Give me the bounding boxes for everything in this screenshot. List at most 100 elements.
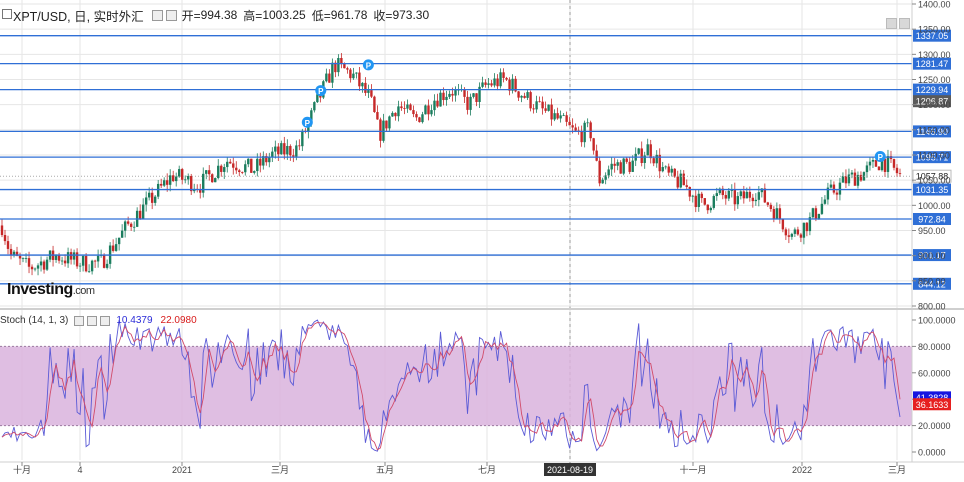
candle-body [90, 260, 94, 272]
price-tick-label: 1400.00 [918, 0, 951, 10]
candle-body [60, 260, 64, 262]
candle-body [168, 175, 172, 185]
candle-body [442, 92, 445, 101]
price-tick-label: 1150.00 [918, 125, 950, 135]
candle-body [120, 230, 124, 238]
candle-body [544, 108, 547, 111]
candle-body [841, 176, 845, 183]
candle-body [532, 108, 535, 110]
scale-down-icon[interactable] [886, 18, 897, 29]
candle-body [81, 255, 85, 266]
candle-body [325, 73, 328, 82]
candle-body [481, 82, 484, 87]
candle-body [694, 195, 697, 208]
stoch-close-icon[interactable] [100, 315, 111, 326]
candle-body [547, 104, 550, 111]
candle-body [6, 241, 10, 249]
candle-body [829, 184, 833, 188]
candle-body [45, 259, 49, 270]
candle-body [150, 192, 154, 203]
candle-body [12, 251, 16, 255]
candle-body [598, 160, 601, 184]
candle-body [229, 161, 232, 164]
candle-body [30, 266, 34, 270]
time-tick-label: 三月 [271, 465, 289, 475]
candle-body [823, 199, 827, 204]
candle-body [162, 180, 166, 186]
candle-body [763, 188, 767, 203]
candle-body [898, 173, 902, 174]
candle-body [147, 192, 151, 198]
candle-body [556, 113, 559, 119]
stoch-eye-icon[interactable] [87, 315, 98, 326]
high-label: 高= [243, 8, 263, 23]
candle-body [631, 160, 634, 172]
price-chart-canvas[interactable]: 1337.051281.471229.941146.901095.711031.… [0, 0, 964, 482]
candle-body [550, 104, 553, 120]
stoch-header: Stoch (14, 1, 3) 10.4379 22.0980 [0, 315, 197, 326]
candle-body [607, 169, 610, 176]
candle-body [33, 268, 37, 270]
candle-body [177, 169, 181, 177]
candle-body [571, 125, 574, 128]
candle-body [526, 92, 529, 98]
candle-body [370, 90, 373, 97]
candle-body [538, 101, 541, 103]
candle-body [613, 163, 616, 166]
candle-body [586, 122, 589, 124]
candle-body [126, 221, 130, 224]
candle-body [655, 154, 658, 164]
candle-body [520, 95, 523, 98]
collapse-icon[interactable] [2, 9, 12, 19]
candle-body [144, 197, 148, 205]
candle-body [238, 170, 241, 173]
candle-body [247, 158, 250, 165]
candle-body [748, 191, 752, 198]
pivot-marker-label: P [366, 61, 372, 70]
candle-body [295, 145, 298, 157]
candle-body [123, 221, 127, 231]
candle-body [24, 258, 28, 259]
candle-body [580, 131, 583, 143]
candle-body [451, 93, 454, 96]
candle-body [93, 260, 97, 262]
low-value: 961.78 [330, 8, 368, 22]
candle-body [439, 92, 442, 107]
candle-body [105, 263, 109, 268]
candle-body [72, 252, 76, 260]
candle-body [766, 202, 770, 205]
candle-body [84, 255, 88, 272]
candle-body [205, 170, 208, 174]
candle-body [445, 96, 448, 101]
candle-body [892, 159, 896, 168]
candle-body [433, 100, 436, 111]
candle-body [559, 115, 562, 119]
settings-icon[interactable] [151, 9, 163, 21]
candle-body [529, 92, 532, 109]
high-value: 1003.25 [262, 8, 306, 22]
stoch-d-badge-label: 36.1633 [916, 400, 949, 410]
candle-body [700, 193, 703, 199]
candle-body [697, 193, 700, 208]
candle-body [820, 203, 824, 214]
price-tick-label: 1000.00 [918, 201, 951, 211]
candle-body [469, 96, 472, 110]
candle-body [367, 90, 370, 93]
candle-body [286, 145, 289, 155]
stoch-settings-icon[interactable] [74, 315, 85, 326]
candle-body [574, 127, 577, 131]
candle-body [373, 96, 376, 113]
candle-body [814, 208, 818, 219]
candle-body [271, 151, 274, 157]
candle-body [868, 161, 872, 166]
candle-body [36, 265, 40, 269]
candle-body [3, 235, 7, 242]
candle-body [129, 223, 133, 227]
candle-body [141, 204, 145, 219]
candle-body [865, 165, 869, 173]
price-tick-label: 850.00 [918, 276, 946, 286]
scale-up-icon[interactable] [899, 18, 910, 29]
eye-icon[interactable] [165, 9, 177, 21]
candle-body [670, 168, 673, 173]
candle-body [745, 191, 749, 199]
